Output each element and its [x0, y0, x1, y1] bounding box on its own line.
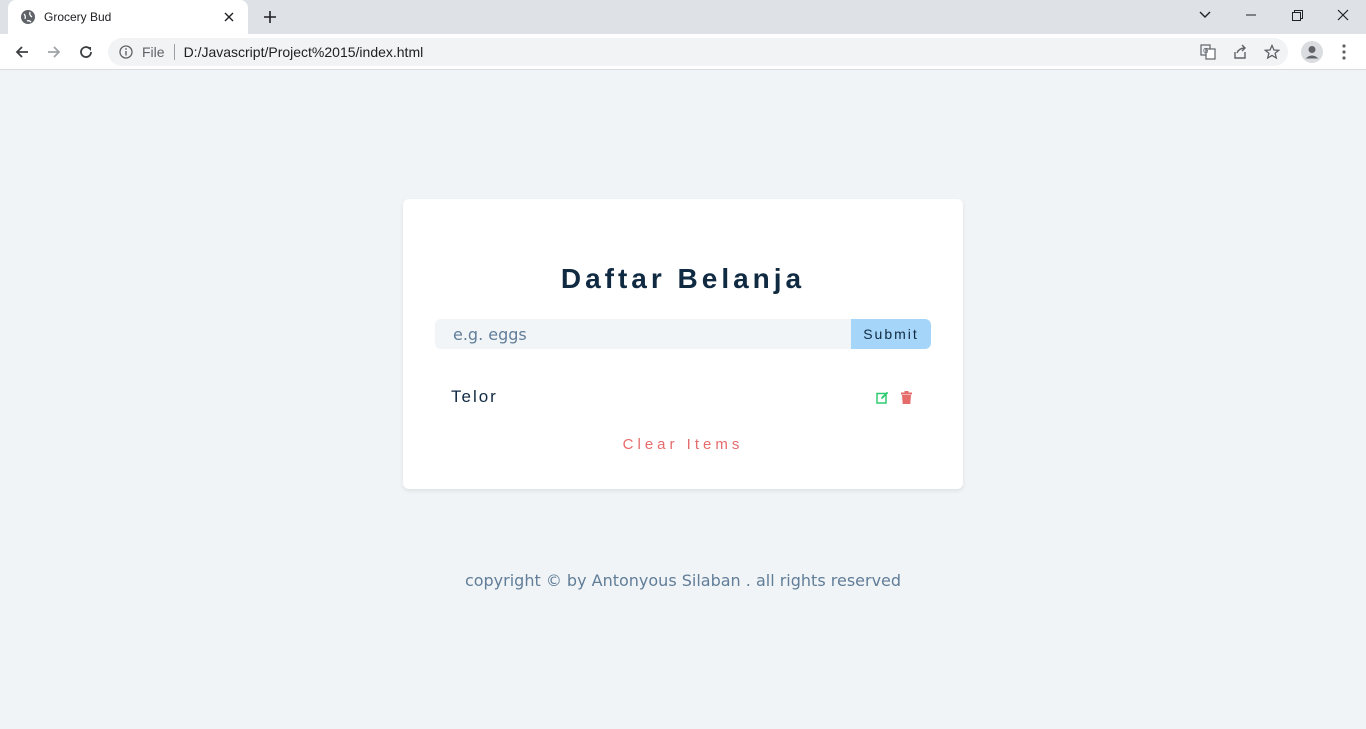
url-separator [173, 44, 175, 60]
browser-toolbar: File D:/Javascript/Project%2015/index.ht… [0, 34, 1366, 70]
grocery-form: Submit [435, 319, 931, 349]
new-tab-icon[interactable] [258, 6, 282, 28]
address-bar[interactable]: File D:/Javascript/Project%2015/index.ht… [108, 38, 1288, 66]
svg-text:G: G [1203, 47, 1208, 55]
close-tab-icon[interactable] [220, 8, 238, 26]
browser-tab-bar: Grocery Bud [0, 0, 1366, 34]
share-icon[interactable] [1228, 40, 1252, 64]
translate-icon[interactable]: G [1196, 40, 1220, 64]
info-icon[interactable] [118, 44, 134, 60]
globe-icon [20, 9, 36, 25]
footer-copyright: copyright © by Antonyous Silaban . all r… [464, 571, 902, 590]
menu-kebab-icon[interactable] [1332, 40, 1356, 64]
forward-icon[interactable] [40, 38, 68, 66]
back-icon[interactable] [8, 38, 36, 66]
minimize-icon[interactable] [1228, 0, 1274, 30]
grocery-input[interactable] [435, 319, 851, 349]
submit-button[interactable]: Submit [851, 319, 931, 349]
grocery-item: Telor [451, 385, 915, 409]
edit-icon[interactable] [873, 388, 891, 406]
grocery-card: Daftar Belanja Submit Telor Clear Items [403, 199, 963, 489]
url-scheme-label: File [142, 44, 165, 60]
reload-icon[interactable] [72, 38, 100, 66]
page-title: Daftar Belanja [560, 263, 806, 294]
trash-icon[interactable] [897, 388, 915, 406]
profile-avatar-icon[interactable] [1300, 40, 1324, 64]
tab-title: Grocery Bud [44, 10, 112, 24]
tab-search-icon[interactable] [1182, 0, 1228, 30]
clear-items-button[interactable]: Clear Items [403, 436, 963, 453]
restore-icon[interactable] [1274, 0, 1320, 30]
browser-tab[interactable]: Grocery Bud [8, 0, 248, 34]
item-title: Telor [451, 387, 498, 406]
bookmark-star-icon[interactable] [1260, 40, 1284, 64]
url-text[interactable]: D:/Javascript/Project%2015/index.html [184, 44, 424, 60]
close-window-icon[interactable] [1320, 0, 1366, 30]
